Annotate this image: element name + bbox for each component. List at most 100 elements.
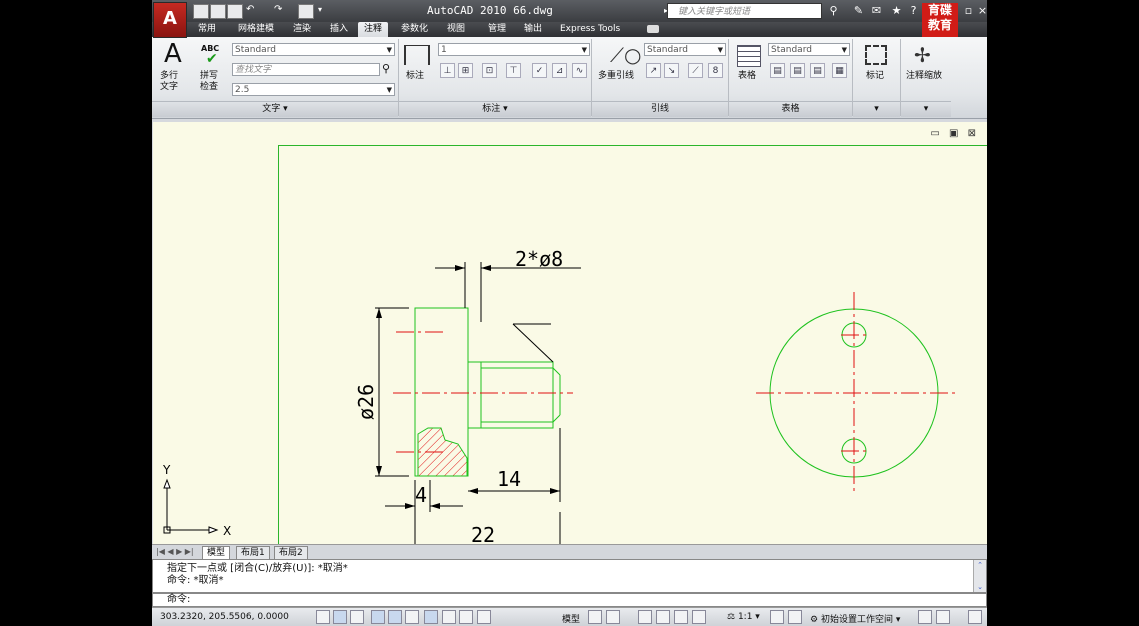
tab-layout1[interactable]: 布局1 bbox=[236, 546, 270, 560]
markup-panel-footer[interactable]: ▾ bbox=[853, 101, 900, 117]
command-line[interactable]: 命令: bbox=[152, 593, 987, 607]
download-link-icon[interactable]: ▤ bbox=[790, 63, 805, 78]
ortho-toggle[interactable] bbox=[350, 610, 364, 624]
spell-check-label[interactable]: 拼写 检查 bbox=[200, 71, 218, 93]
steering-wheel-icon[interactable] bbox=[674, 610, 688, 624]
drawing-area[interactable]: ▭ ▣ ⊠ 2*ø8 ø26 4 14 22 Y X bbox=[153, 122, 987, 544]
subscription-center-icon[interactable]: ✎ bbox=[852, 4, 865, 17]
dim-22-text[interactable]: 22 bbox=[471, 523, 495, 544]
favorites-star-icon[interactable]: ★ bbox=[890, 4, 903, 17]
redo-icon[interactable]: ↷ bbox=[274, 4, 288, 17]
annotation-scaling-icon[interactable]: ✢ bbox=[914, 43, 931, 67]
tab-home[interactable]: 常用 bbox=[192, 22, 222, 37]
coordinate-readout[interactable]: 303.2320, 205.5506, 0.0000 bbox=[160, 612, 289, 622]
minimize-icon[interactable]: ▫ bbox=[962, 4, 975, 17]
annotation-visibility-icon[interactable] bbox=[770, 610, 784, 624]
add-leader-icon[interactable]: ↗ bbox=[646, 63, 661, 78]
markup-label[interactable]: 标记 bbox=[866, 71, 884, 82]
dim-14-text[interactable]: 14 bbox=[497, 467, 521, 491]
otrack-toggle[interactable] bbox=[405, 610, 419, 624]
upload-link-icon[interactable]: ▤ bbox=[810, 63, 825, 78]
communication-center-icon[interactable]: ✉ bbox=[870, 4, 883, 17]
tab-layout2[interactable]: 布局2 bbox=[274, 546, 308, 560]
binoculars-icon[interactable]: ⚲ bbox=[827, 4, 840, 17]
grid-toggle[interactable] bbox=[333, 610, 347, 624]
lweight-toggle[interactable] bbox=[459, 610, 473, 624]
annotation-scaling-label[interactable]: 注释缩放 bbox=[906, 71, 942, 82]
tab-render[interactable]: 渲染 bbox=[287, 22, 317, 37]
extract-data-icon[interactable]: ▦ bbox=[832, 63, 847, 78]
tab-insert[interactable]: 插入 bbox=[324, 22, 354, 37]
lock-icon[interactable] bbox=[918, 610, 932, 624]
multiline-text-icon[interactable]: A bbox=[164, 41, 182, 67]
text-style-select[interactable]: Standard ▼ bbox=[232, 43, 395, 56]
tab-annotate[interactable]: 注释 bbox=[358, 22, 389, 37]
scale-panel-footer[interactable]: ▾ bbox=[901, 101, 951, 117]
markup-icon[interactable] bbox=[865, 45, 887, 65]
dim-scale-select[interactable]: 1 ▼ bbox=[438, 43, 590, 56]
qat-dropdown-icon[interactable]: ▾ bbox=[318, 5, 322, 14]
text-height-select[interactable]: 2.5 ▼ bbox=[232, 83, 395, 96]
remove-leader-icon[interactable]: ↘ bbox=[664, 63, 679, 78]
showmotion-icon[interactable] bbox=[692, 610, 706, 624]
dim-holes-text[interactable]: 2*ø8 bbox=[515, 247, 563, 271]
data-link-icon[interactable]: ▤ bbox=[770, 63, 785, 78]
auto-scale-icon[interactable] bbox=[788, 610, 802, 624]
collect-leader-icon[interactable]: 8 bbox=[708, 63, 723, 78]
dim-break-icon[interactable]: ⊡ bbox=[482, 63, 497, 78]
dim-4-text[interactable]: 4 bbox=[415, 483, 427, 507]
dim-jog-icon[interactable]: ∿ bbox=[572, 63, 587, 78]
help-icon[interactable]: ? bbox=[907, 4, 920, 17]
qp-toggle[interactable] bbox=[477, 610, 491, 624]
command-scrollbar[interactable]: ⌃ ⌄ bbox=[973, 560, 986, 592]
search-input[interactable]: 键入关键字或短语 bbox=[667, 3, 822, 19]
layout-nav-icon[interactable]: |◀ ◀ ▶ ▶| bbox=[156, 547, 194, 556]
tab-express-tools[interactable]: Express Tools bbox=[554, 22, 626, 37]
quick-view-drawings-icon[interactable] bbox=[606, 610, 620, 624]
find-text-input[interactable]: 查找文字 bbox=[232, 63, 380, 76]
model-space-label[interactable]: 模型 bbox=[562, 612, 580, 625]
hardware-accel-icon[interactable] bbox=[936, 610, 950, 624]
quick-view-layouts-icon[interactable] bbox=[588, 610, 602, 624]
pan-icon[interactable] bbox=[638, 610, 652, 624]
tab-parametric[interactable]: 参数化 bbox=[395, 22, 434, 37]
cad-drawing-svg[interactable]: 2*ø8 ø26 4 14 22 Y X bbox=[153, 122, 987, 544]
tab-output[interactable]: 输出 bbox=[518, 22, 548, 37]
dim-panel-footer[interactable]: 标注 ▾ bbox=[399, 101, 591, 117]
multileader-label[interactable]: 多重引线 bbox=[598, 71, 634, 82]
zoom-icon[interactable] bbox=[656, 610, 670, 624]
application-menu-button[interactable]: A bbox=[153, 2, 187, 38]
dyn-toggle[interactable] bbox=[442, 610, 456, 624]
find-icon[interactable]: ⚲ bbox=[382, 62, 390, 75]
mtext-label[interactable]: 多行 文字 bbox=[160, 71, 178, 93]
osnap-toggle[interactable] bbox=[388, 610, 402, 624]
dim-inspect-icon[interactable]: ✓ bbox=[532, 63, 547, 78]
table-label[interactable]: 表格 bbox=[738, 71, 756, 82]
snap-toggle[interactable] bbox=[316, 610, 330, 624]
dimension-icon[interactable] bbox=[404, 45, 430, 65]
dim-aligned-icon[interactable]: ⊞ bbox=[458, 63, 473, 78]
dim-continue-icon[interactable]: ⊤ bbox=[506, 63, 521, 78]
close-icon[interactable]: × bbox=[976, 4, 987, 17]
tab-view[interactable]: 视图 bbox=[441, 22, 471, 37]
undo-icon[interactable]: ↶ bbox=[246, 4, 260, 17]
ribbon-minimize-icon[interactable] bbox=[647, 25, 659, 33]
tab-model[interactable]: 模型 bbox=[202, 546, 231, 560]
tab-manage[interactable]: 管理 bbox=[482, 22, 512, 37]
align-leader-icon[interactable]: ⟋ bbox=[688, 63, 703, 78]
dim-diameter-text[interactable]: ø26 bbox=[354, 384, 378, 420]
polar-toggle[interactable] bbox=[371, 610, 385, 624]
leader-panel-footer[interactable]: 引线 bbox=[592, 101, 728, 117]
annotation-scale[interactable]: ⚖ 1:1 ▾ bbox=[727, 612, 760, 622]
dimension-label[interactable]: 标注 bbox=[406, 71, 424, 82]
save-icon[interactable] bbox=[227, 4, 243, 19]
table-panel-footer[interactable]: 表格 bbox=[729, 101, 852, 117]
spell-check-icon[interactable]: ✔ bbox=[206, 51, 218, 67]
table-style-select[interactable]: Standard ▼ bbox=[768, 43, 850, 56]
multileader-icon[interactable]: ⟋○ bbox=[610, 43, 641, 67]
tab-mesh-modeling[interactable]: 网格建模 bbox=[232, 22, 280, 37]
open-file-icon[interactable] bbox=[210, 4, 226, 19]
print-icon[interactable] bbox=[298, 4, 314, 19]
table-icon[interactable] bbox=[737, 45, 761, 67]
new-file-icon[interactable] bbox=[193, 4, 209, 19]
